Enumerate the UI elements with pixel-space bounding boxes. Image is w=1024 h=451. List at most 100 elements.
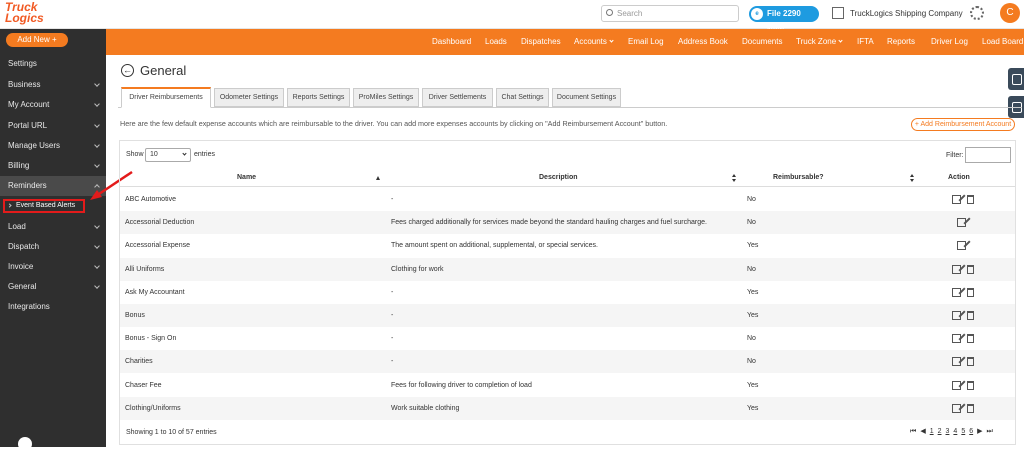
- filter-input[interactable]: [965, 147, 1011, 163]
- cell-reimbursable: Yes: [747, 288, 759, 296]
- nav-dispatches[interactable]: Dispatches: [521, 29, 561, 55]
- page-link[interactable]: 3: [946, 428, 950, 435]
- nav-reports[interactable]: Reports: [887, 29, 915, 55]
- sidebar-item-invoice[interactable]: Invoice: [0, 257, 106, 277]
- tab-driver-settlements[interactable]: Driver Settlements: [422, 88, 493, 107]
- chevron-down-icon: [94, 81, 100, 87]
- gear-icon[interactable]: [970, 6, 984, 20]
- first-page-icon[interactable]: ⏮: [910, 428, 916, 436]
- edit-icon[interactable]: [957, 241, 966, 251]
- tab-reports-settings[interactable]: Reports Settings: [287, 88, 350, 107]
- trash-icon[interactable]: [967, 195, 974, 204]
- cell-name: Alli Uniforms: [125, 265, 165, 273]
- sidebar-item-portal-url[interactable]: Portal URL: [0, 116, 106, 136]
- nav-dashboard[interactable]: Dashboard: [432, 29, 471, 55]
- trash-icon[interactable]: [967, 357, 974, 367]
- sidebar-item-manage-users[interactable]: Manage Users: [0, 136, 106, 156]
- cell-reimbursable: Yes: [747, 404, 759, 412]
- search-input[interactable]: Search: [601, 5, 739, 22]
- table-row: ABC Automotive - No: [120, 188, 1015, 211]
- column-header-name[interactable]: Name: [237, 169, 256, 187]
- page-link[interactable]: 5: [961, 428, 965, 435]
- sidebar-subitem-event-based-alerts[interactable]: Event Based Alerts: [3, 199, 85, 213]
- column-header-reimbursable[interactable]: Reimbursable?: [773, 169, 824, 187]
- nav-truck-zone[interactable]: Truck Zone: [796, 29, 843, 55]
- last-page-icon[interactable]: ⏭: [987, 428, 993, 436]
- nav-accounts[interactable]: Accounts: [574, 29, 614, 55]
- sidebar-item-load[interactable]: Load: [0, 217, 106, 237]
- cell-reimbursable: No: [747, 196, 756, 203]
- chevron-down-icon: [94, 243, 100, 249]
- edit-icon[interactable]: [952, 380, 961, 390]
- tab-driver-reimbursements[interactable]: Driver Reimbursements: [121, 87, 211, 108]
- table-row: Clothing/Uniforms Work suitable clothing Y…: [120, 396, 1015, 420]
- page-title: General: [140, 63, 187, 78]
- cell-reimbursable: No: [747, 358, 756, 366]
- company-selector[interactable]: TruckLogics Shipping Company: [832, 5, 963, 22]
- add-reimbursement-account-button[interactable]: + Add Reimbursement Account: [911, 118, 1015, 131]
- edit-icon[interactable]: [952, 195, 961, 204]
- tab-document-settings[interactable]: Document Settings: [552, 88, 621, 107]
- tab-odometer-settings[interactable]: Odometer Settings: [214, 88, 284, 107]
- tab-promiles-settings[interactable]: ProMiles Settings: [353, 88, 419, 107]
- edit-icon[interactable]: [952, 264, 961, 274]
- trash-icon[interactable]: [967, 264, 974, 274]
- chevron-down-icon: [838, 38, 843, 43]
- page-link[interactable]: 4: [953, 428, 957, 435]
- next-page-icon[interactable]: ▶: [977, 427, 982, 435]
- tab-chat-settings[interactable]: Chat Settings: [496, 88, 549, 107]
- search-icon: [606, 9, 613, 16]
- top-nav: Dashboard Loads Dispatches Accounts Emai…: [106, 29, 1024, 55]
- trash-icon[interactable]: [967, 334, 974, 344]
- trash-icon[interactable]: [967, 403, 974, 413]
- trash-icon[interactable]: [967, 311, 974, 320]
- trash-icon[interactable]: [967, 287, 974, 297]
- nav-address-book[interactable]: Address Book: [678, 29, 728, 55]
- trash-icon[interactable]: [967, 380, 974, 390]
- file-2290-badge-icon: e: [751, 8, 763, 20]
- table-row: Charities - No: [120, 350, 1015, 374]
- edit-icon[interactable]: [952, 403, 961, 413]
- table-row: Bonus - Yes: [120, 304, 1015, 327]
- sidebar: Add New + Settings Business My Account P…: [0, 29, 106, 447]
- sidebar-item-business[interactable]: Business: [0, 75, 106, 95]
- table-row: Ask My Accountant - Yes: [120, 281, 1015, 304]
- avatar[interactable]: C: [1000, 3, 1020, 23]
- chevron-down-icon: [94, 142, 100, 148]
- edit-icon[interactable]: [957, 218, 966, 228]
- sidebar-item-integrations[interactable]: Integrations: [0, 297, 106, 317]
- nav-driver-log[interactable]: Driver Log: [931, 29, 968, 55]
- chevron-down-icon: [94, 283, 100, 289]
- add-new-button[interactable]: Add New +: [6, 33, 68, 47]
- nav-ifta[interactable]: IFTA: [857, 29, 874, 55]
- table-row: Bonus - Sign On - No: [120, 327, 1015, 350]
- column-header-description[interactable]: Description: [539, 169, 578, 187]
- nav-load-board[interactable]: Load Board: [982, 29, 1023, 55]
- cell-description: Clothing for work: [391, 265, 444, 273]
- entries-per-page-select[interactable]: 10: [145, 148, 191, 162]
- sidebar-item-dispatch[interactable]: Dispatch: [0, 237, 106, 257]
- sidebar-item-settings[interactable]: Settings: [0, 54, 106, 74]
- chat-bubble-icon[interactable]: [18, 437, 32, 451]
- edit-icon[interactable]: [952, 334, 961, 344]
- edit-icon[interactable]: [952, 311, 961, 320]
- page-link[interactable]: 1: [930, 428, 934, 435]
- settings-side-tool-icon[interactable]: [1008, 68, 1024, 90]
- nav-email-log[interactable]: Email Log: [628, 29, 664, 55]
- file-2290-button[interactable]: e File 2290 Now: [749, 6, 819, 34]
- nav-documents[interactable]: Documents: [742, 29, 782, 55]
- edit-icon[interactable]: [952, 357, 961, 367]
- page-link[interactable]: 2: [938, 428, 942, 435]
- trucklogics-logo[interactable]: Truck Logics: [5, 1, 61, 26]
- cell-description: -: [391, 312, 394, 319]
- cell-description: The amount spent on additional, suppleme…: [391, 242, 599, 250]
- cell-description: Work suitable clothing: [391, 404, 460, 412]
- page-link[interactable]: 6: [969, 428, 973, 435]
- back-arrow-icon[interactable]: ←: [121, 64, 134, 77]
- cell-description: -: [391, 358, 394, 366]
- sidebar-item-general[interactable]: General: [0, 277, 106, 297]
- edit-icon[interactable]: [952, 287, 961, 297]
- prev-page-icon[interactable]: ◀: [920, 427, 925, 435]
- sidebar-item-my-account[interactable]: My Account: [0, 95, 106, 115]
- nav-loads[interactable]: Loads: [485, 29, 507, 55]
